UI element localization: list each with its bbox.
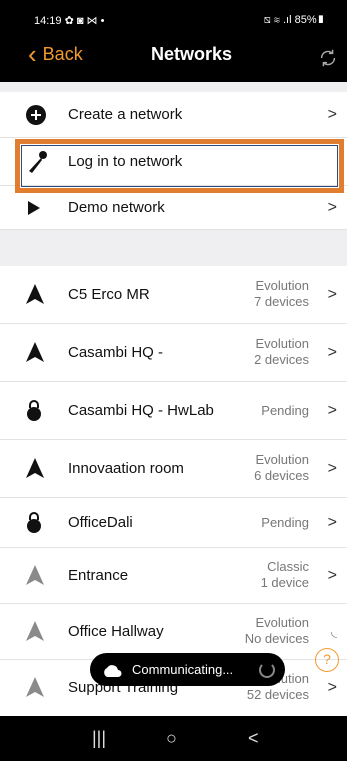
- refresh-icon[interactable]: [317, 47, 339, 69]
- section-gap: [0, 82, 347, 92]
- spinner-icon: [259, 662, 275, 678]
- network-info: Evolution 6 devices: [254, 452, 309, 483]
- lock-icon: [27, 400, 41, 421]
- system-back-button[interactable]: <: [248, 728, 259, 749]
- chevron-right-icon: >: [327, 344, 337, 361]
- loading-icon: ◟: [330, 623, 337, 640]
- network-row[interactable]: Casambi HQ - HwLab Pending >: [0, 382, 347, 440]
- chevron-right-icon: >: [327, 460, 337, 477]
- cloud-icon: [104, 664, 122, 677]
- selection-highlight: [15, 139, 344, 193]
- network-row[interactable]: Office Hallway Evolution No devices ◟: [0, 604, 347, 660]
- status-bar: 14:19 ✿ ◙ ⋈ • ⧅ ≋ .ıl 85%▮: [0, 0, 347, 34]
- network-list: Create a network > Log in to network Dem…: [0, 82, 347, 716]
- home-button[interactable]: ○: [166, 728, 177, 749]
- chevron-right-icon: >: [327, 199, 337, 216]
- chevron-right-icon: >: [327, 514, 337, 531]
- play-icon: [28, 201, 40, 215]
- network-info: Pending: [261, 515, 309, 530]
- page-title: Networks: [150, 44, 233, 64]
- triangle-icon: [26, 458, 44, 478]
- network-name: OfficeDali: [68, 514, 133, 531]
- section-gap: [0, 230, 347, 266]
- chevron-right-icon: >: [327, 402, 337, 419]
- network-row[interactable]: Entrance Classic 1 device >: [0, 548, 347, 604]
- top-bar: ‹ Back Networks: [0, 34, 347, 82]
- network-name: Office Hallway: [68, 623, 164, 640]
- lock-icon: [27, 512, 41, 533]
- triangle-gray-icon: [26, 621, 44, 641]
- triangle-icon: [26, 284, 44, 304]
- network-info: Pending: [261, 403, 309, 418]
- plus-circle-icon: [26, 105, 46, 125]
- status-indicators: ⧅ ≋ .ıl 85%▮: [263, 14, 325, 26]
- toast-text: Communicating...: [132, 662, 234, 677]
- triangle-gray-icon: [26, 565, 44, 585]
- help-icon[interactable]: ?: [315, 648, 339, 672]
- create-network-row[interactable]: Create a network >: [0, 92, 347, 138]
- chevron-right-icon: >: [327, 679, 337, 696]
- recents-button[interactable]: |||: [92, 728, 106, 749]
- network-row[interactable]: OfficeDali Pending >: [0, 498, 347, 548]
- network-name: C5 Erco MR: [68, 286, 150, 303]
- row-label: Demo network: [68, 199, 165, 216]
- row-label: Create a network: [68, 106, 183, 123]
- network-info: Evolution 7 devices: [254, 278, 309, 309]
- network-row[interactable]: C5 Erco MR Evolution 7 devices >: [0, 266, 347, 324]
- chevron-right-icon: >: [327, 286, 337, 303]
- network-row[interactable]: Casambi HQ - Evolution 2 devices >: [0, 324, 347, 382]
- network-info: Classic 1 device: [260, 559, 309, 590]
- triangle-icon: [26, 342, 44, 362]
- status-time: 14:19 ✿ ◙ ⋈ •: [34, 15, 105, 27]
- network-name: Innovaation room: [68, 460, 184, 477]
- network-row[interactable]: Innovaation room Evolution 6 devices >: [0, 440, 347, 498]
- network-name: Entrance: [68, 567, 129, 584]
- system-nav-bar: ||| ○ <: [0, 716, 347, 761]
- triangle-gray-icon: [26, 677, 44, 697]
- network-name: Casambi HQ - HwLab: [68, 402, 214, 419]
- communicating-toast: Communicating...: [90, 653, 285, 686]
- network-info: Evolution 2 devices: [254, 336, 309, 367]
- chevron-right-icon: >: [327, 567, 337, 584]
- chevron-right-icon: >: [327, 106, 337, 123]
- network-info: Evolution No devices: [244, 615, 309, 646]
- network-name: Casambi HQ -: [68, 344, 164, 361]
